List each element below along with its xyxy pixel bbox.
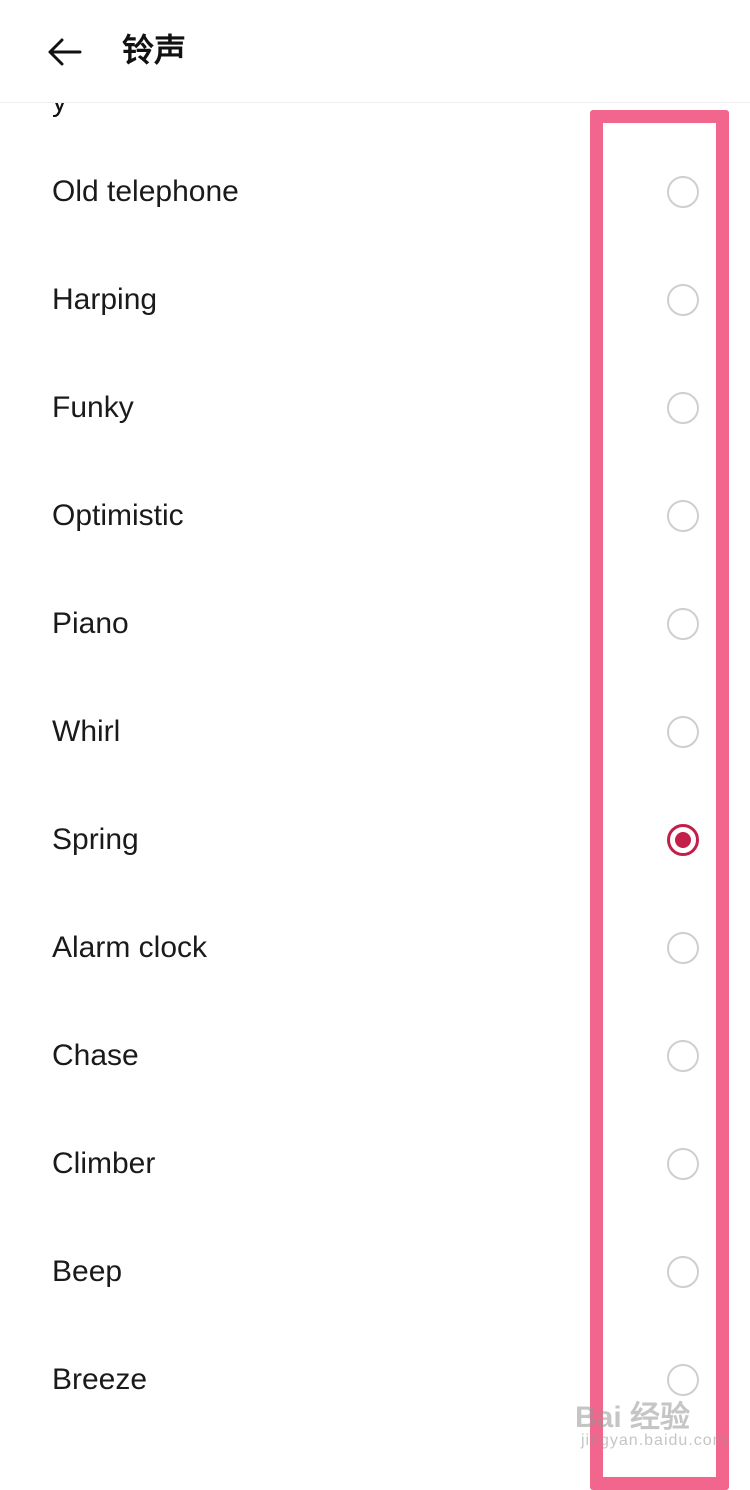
radio-checked-icon[interactable] [667,824,699,856]
ringtone-list-item[interactable]: Breeze [0,1326,750,1434]
radio-unchecked-icon[interactable] [667,392,699,424]
ringtone-list-item[interactable]: Old telephone [0,138,750,246]
ringtone-label: Breeze [52,1363,148,1396]
ringtone-list-item[interactable]: Piano [0,570,750,678]
ringtone-list-item[interactable]: Optimistic [0,462,750,570]
ringtone-label: Alarm clock [52,931,208,964]
radio-unchecked-icon[interactable] [667,716,699,748]
ringtone-label: Harping [52,283,158,316]
ringtone-list-item[interactable]: Alarm clock [0,894,750,1002]
ringtone-list-item[interactable]: Climber [0,1110,750,1218]
ringtone-label: Piano [52,607,129,640]
ringtone-label: Beep [52,1255,123,1288]
radio-unchecked-icon[interactable] [667,176,699,208]
ringtone-list-item[interactable]: Funky [0,354,750,462]
radio-unchecked-icon[interactable] [667,932,699,964]
radio-unchecked-icon[interactable] [667,1364,699,1396]
app-header: 铃声 [0,0,750,103]
partial-list-item-label: y [52,103,67,119]
ringtone-label: Climber [52,1147,156,1180]
radio-unchecked-icon[interactable] [667,500,699,532]
radio-unchecked-icon[interactable] [667,1040,699,1072]
radio-unchecked-icon[interactable] [667,284,699,316]
page-title: 铃声 [122,31,187,69]
radio-unchecked-icon[interactable] [667,608,699,640]
back-button[interactable] [40,28,88,76]
ringtone-list-item[interactable]: Chase [0,1002,750,1110]
radio-unchecked-icon[interactable] [667,1148,699,1180]
arrow-left-icon [48,38,82,66]
ringtone-list: y Old telephone Harping Funky Optimistic Pia… [0,103,750,1475]
ringtone-list-item[interactable]: Whirl [0,678,750,786]
ringtone-label: Whirl [52,715,121,748]
ringtone-label: Chase [52,1039,139,1072]
ringtone-label: Optimistic [52,499,184,532]
radio-unchecked-icon[interactable] [667,1256,699,1288]
ringtone-list-item[interactable]: Spring [0,786,750,894]
ringtone-list-item[interactable]: Harping [0,246,750,354]
ringtone-list-item[interactable]: Beep [0,1218,750,1326]
ringtone-label: Old telephone [52,175,239,208]
ringtone-label: Spring [52,823,139,856]
ringtone-label: Funky [52,391,134,424]
